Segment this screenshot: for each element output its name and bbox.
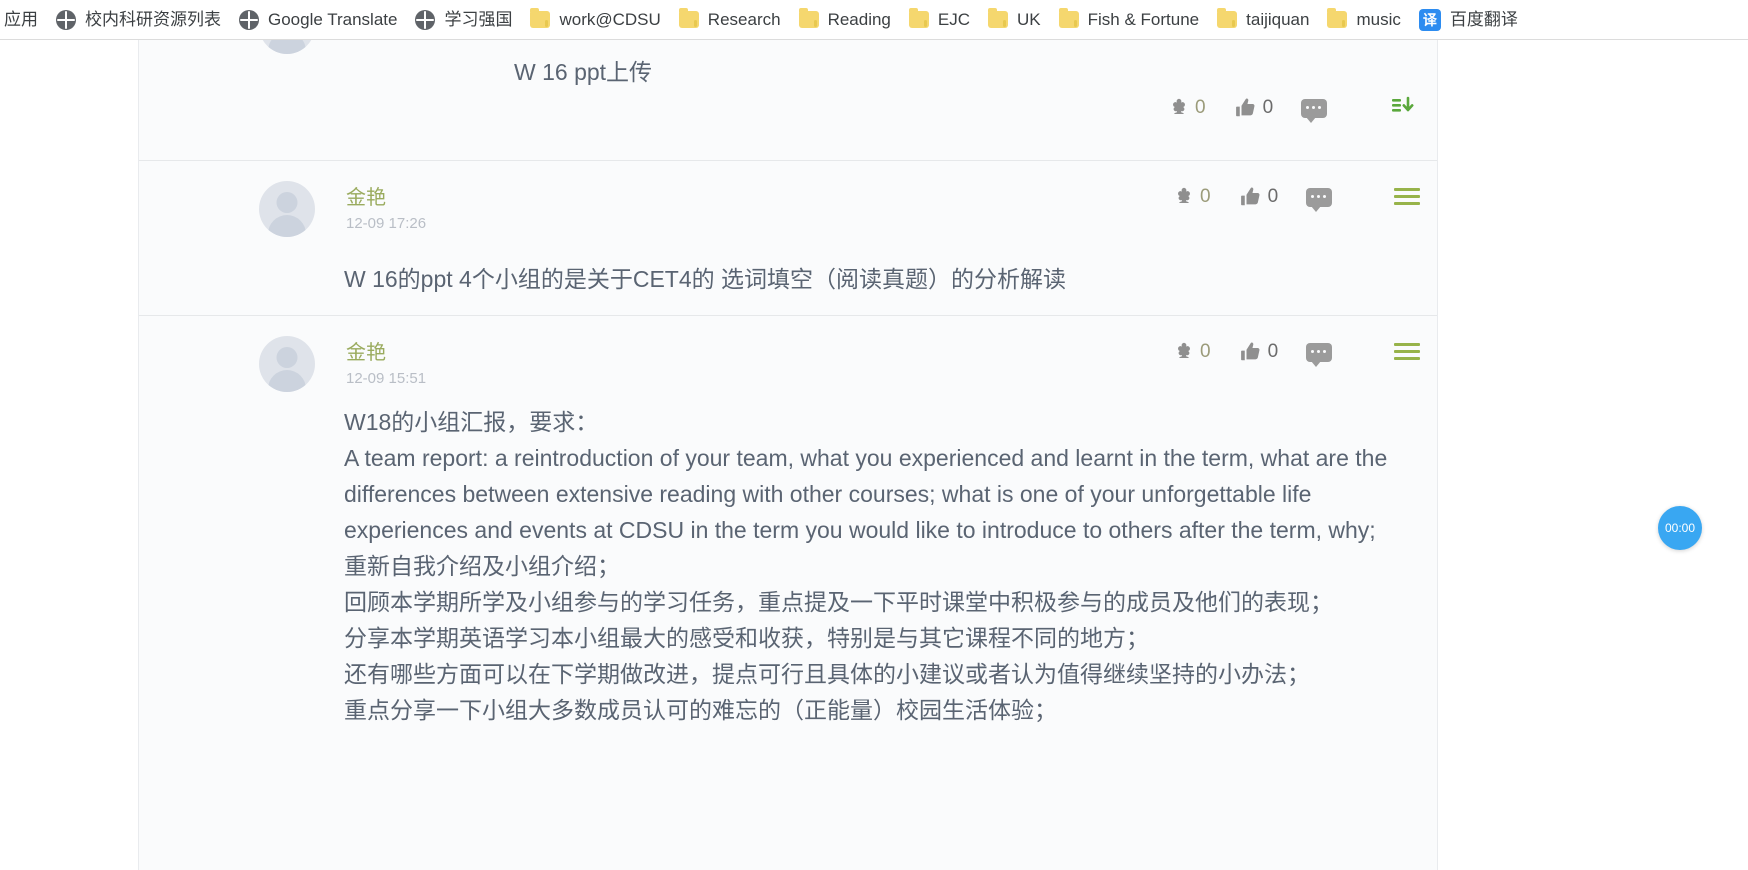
folder-icon: [1058, 8, 1079, 28]
folder-icon: [908, 8, 929, 28]
post-meta: 金艳 12-09 17:26: [346, 185, 426, 235]
like-action[interactable]: 0: [1225, 186, 1293, 208]
menu-action[interactable]: [1346, 187, 1434, 207]
like-action[interactable]: 0: [1225, 341, 1293, 363]
bookmark-folder-work-cdsu[interactable]: work@CDSU: [521, 7, 669, 33]
globe-icon: [239, 9, 259, 30]
bookmark-label: 百度翻译: [1449, 9, 1518, 29]
menu-icon: [1394, 187, 1421, 207]
like-action[interactable]: 0: [1220, 97, 1288, 119]
comment-icon: [1301, 98, 1328, 123]
avatar[interactable]: [259, 336, 315, 392]
timer-label: 00:00: [1664, 521, 1696, 535]
folder-icon: [1217, 8, 1238, 28]
thumbs-up-icon: [1239, 186, 1263, 208]
menu-icon: [1394, 342, 1421, 362]
bookmark-label: 校内科研资源列表: [85, 9, 221, 29]
bookmark-label: 学习强国: [444, 9, 513, 29]
post-actions: 0 0: [1154, 96, 1429, 123]
bookmark-folder-ejc[interactable]: EJC: [900, 7, 979, 33]
download-action[interactable]: [1341, 96, 1429, 120]
bookmark-baidu-translate[interactable]: 译 百度翻译: [1410, 6, 1527, 34]
avatar-body: [268, 370, 306, 392]
globe-icon: [56, 9, 76, 30]
flower-count: 0: [1200, 186, 1211, 207]
bookmark-apps[interactable]: 应用: [4, 7, 47, 33]
folder-icon: [798, 8, 819, 28]
flower-icon: [1173, 186, 1195, 208]
comment-action[interactable]: [1292, 342, 1346, 367]
bookmark-label: EJC: [937, 9, 971, 29]
thumbs-up-icon: [1239, 341, 1263, 363]
like-count: 0: [1262, 97, 1274, 118]
bookmark-label: music: [1356, 9, 1401, 29]
menu-action[interactable]: [1346, 342, 1434, 362]
folder-icon: [988, 8, 1009, 28]
bookmark-folder-fish-fortune[interactable]: Fish & Fortune: [1050, 7, 1209, 33]
bookmark-folder-research[interactable]: Research: [670, 7, 790, 33]
avatar[interactable]: [259, 181, 315, 237]
avatar-head: [276, 192, 298, 213]
avatar-body: [268, 215, 306, 237]
folder-icon: [678, 8, 699, 28]
post-body: W 16的ppt 4个小组的是关于CET4的 选词填空（阅读真题）的分析解读: [344, 266, 1067, 292]
post-actions: 0 0: [1159, 186, 1434, 212]
flower-count: 0: [1200, 341, 1211, 362]
avatar-head: [276, 347, 298, 368]
comment-action[interactable]: [1292, 187, 1346, 212]
flower-icon: [1173, 341, 1195, 363]
comment-icon: [1306, 187, 1333, 212]
post-body: W 16 ppt上传: [514, 59, 653, 85]
discussion-feed: W 16 ppt上传 0 0 金艳 12-09 17:26 W 16的ppt 4…: [138, 40, 1438, 870]
post-author[interactable]: 金艳: [346, 185, 426, 211]
avatar-body: [268, 40, 306, 54]
bookmark-label: Google Translate: [268, 9, 398, 29]
post-meta: 金艳 12-09 15:51: [346, 340, 426, 390]
flower-action[interactable]: 0: [1159, 186, 1225, 208]
post-timestamp: 12-09 15:51: [346, 370, 427, 387]
bookmark-folder-reading[interactable]: Reading: [790, 7, 900, 33]
comment-icon: [1306, 342, 1333, 367]
post-item: 金艳 12-09 17:26 W 16的ppt 4个小组的是关于CET4的 选词…: [139, 161, 1437, 316]
flower-action[interactable]: 0: [1154, 97, 1220, 119]
bookmark-label: Reading: [827, 9, 891, 29]
flower-count: 0: [1195, 97, 1206, 118]
bookmark-folder-music[interactable]: music: [1318, 7, 1409, 33]
folder-icon: [1327, 8, 1348, 28]
post-timestamp: 12-09 17:26: [346, 215, 427, 232]
folder-icon: [530, 8, 551, 28]
like-count: 0: [1267, 341, 1279, 362]
flower-action[interactable]: 0: [1159, 341, 1225, 363]
bookmark-label: Research: [707, 9, 781, 29]
post-author[interactable]: 金艳: [346, 340, 426, 366]
bookmark-folder-taijiquan[interactable]: taijiquan: [1208, 7, 1318, 33]
bookmark-label: UK: [1017, 9, 1041, 29]
like-count: 0: [1267, 186, 1279, 207]
post-actions: 0 0: [1159, 341, 1434, 367]
bookmarks-bar[interactable]: 应用 校内科研资源列表 Google Translate 学习强国 work@C…: [0, 0, 1748, 40]
page-body: W 16 ppt上传 0 0 金艳 12-09 17:26 W 16的ppt 4…: [0, 40, 1748, 870]
bookmark-label: 应用: [4, 9, 38, 29]
avatar[interactable]: [259, 40, 315, 54]
baidu-translate-icon: 译: [1418, 8, 1441, 31]
post-item: W 16 ppt上传 0 0: [139, 40, 1437, 161]
globe-icon: [415, 9, 436, 30]
bookmark-google-translate[interactable]: Google Translate: [230, 7, 406, 33]
thumbs-up-icon: [1234, 97, 1258, 119]
flower-icon: [1168, 97, 1190, 119]
bookmark-label: work@CDSU: [559, 9, 661, 29]
bookmark-xiaonei-keyan[interactable]: 校内科研资源列表: [47, 7, 230, 33]
download-icon: [1389, 96, 1415, 120]
bookmark-label: Fish & Fortune: [1087, 9, 1200, 29]
post-item: 金艳 12-09 15:51 W18的小组汇报，要求： A team repor…: [139, 316, 1437, 870]
bookmark-xuexiqiangguo[interactable]: 学习强国: [406, 7, 521, 33]
comment-action[interactable]: [1287, 98, 1341, 123]
bookmark-folder-uk[interactable]: UK: [979, 7, 1050, 33]
post-body: W18的小组汇报，要求： A team report: a reintroduc…: [344, 409, 1388, 723]
bookmark-label: taijiquan: [1246, 9, 1310, 29]
study-timer-badge[interactable]: 00:00: [1658, 506, 1702, 550]
